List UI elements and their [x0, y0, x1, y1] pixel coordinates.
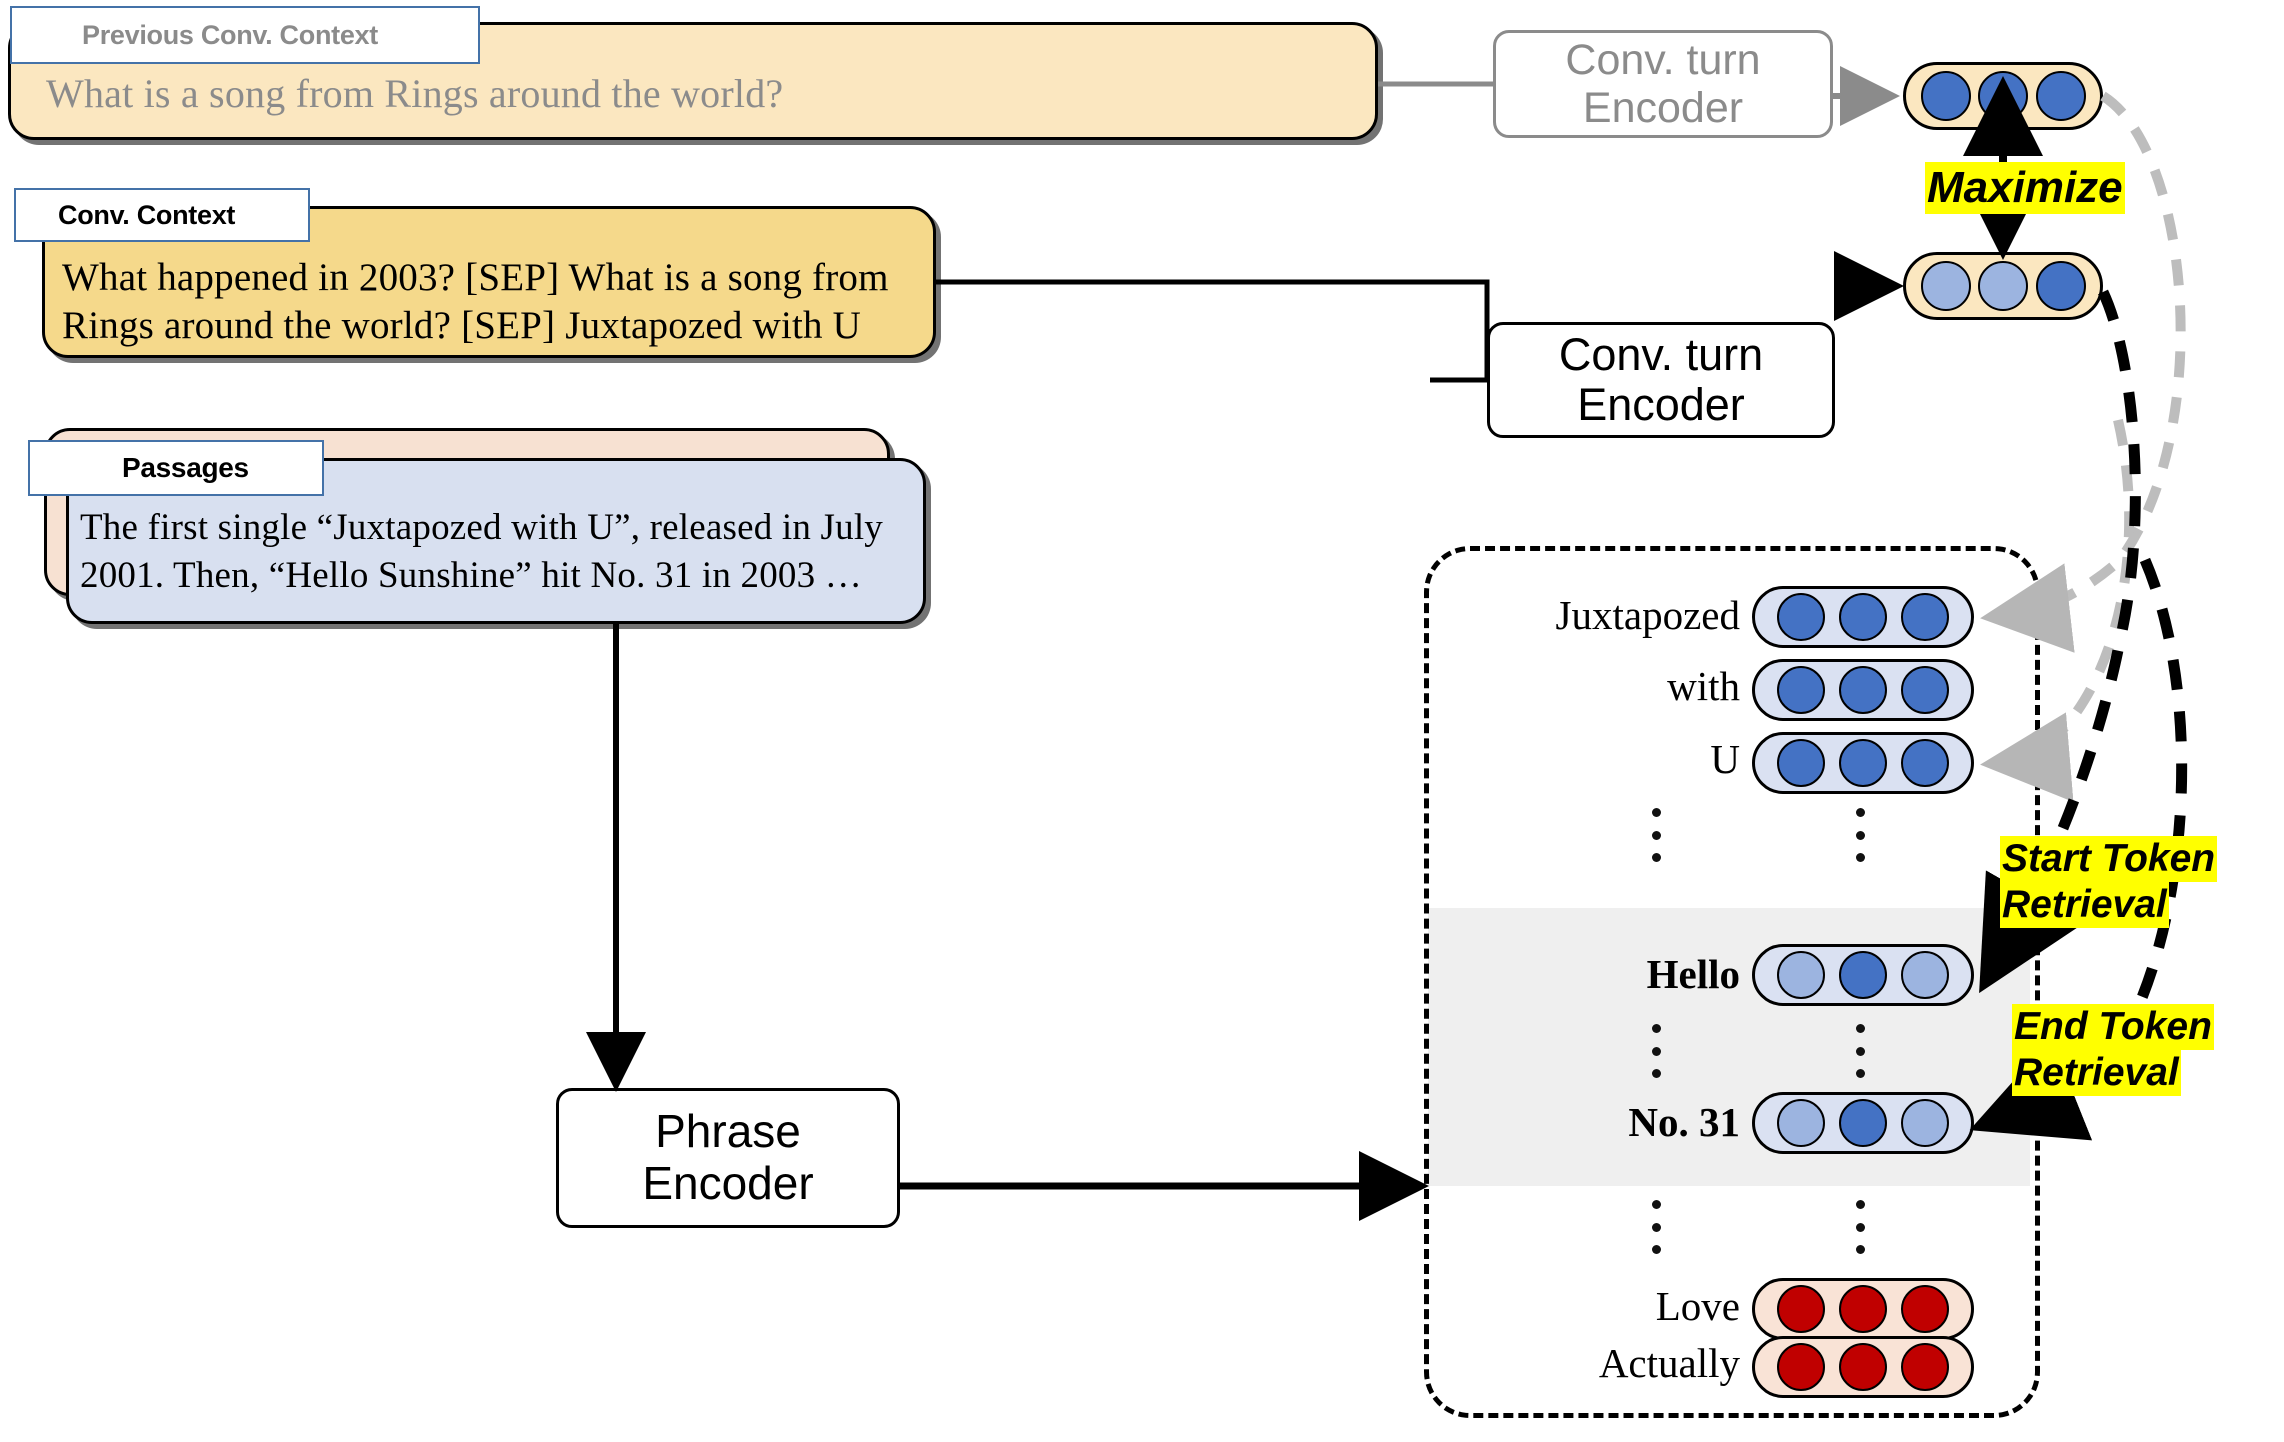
- vector-dot: [1901, 1343, 1949, 1391]
- conv-turn-encoder-bottom[interactable]: Conv. turn Encoder: [1487, 322, 1835, 438]
- ellipsis-vector-column: [1856, 808, 1865, 862]
- vector-dot: [1839, 1099, 1887, 1147]
- start-token-retrieval-line1: Start Token: [2000, 836, 2218, 883]
- ellipsis-label-column: [1652, 808, 1661, 862]
- end-token-retrieval-line1: End Token: [2012, 1004, 2214, 1051]
- vector-dot: [1901, 593, 1949, 641]
- phrase-row-label: Actually: [1598, 1340, 1740, 1386]
- vector-dot: [1901, 666, 1949, 714]
- end-token-retrieval-label: End Token Retrieval: [2012, 1004, 2214, 1097]
- phrase-row-label: Hello: [1646, 951, 1740, 997]
- previous-conv-context-tag: Previous Conv. Context: [10, 6, 480, 64]
- vector-dot: [1920, 71, 1971, 121]
- conv-turn-encoder-bottom-line1: Conv. turn: [1558, 328, 1764, 380]
- previous-turn-vector: [1903, 62, 2103, 130]
- conv-turn-encoder-bottom-line2: Encoder: [1577, 379, 1745, 430]
- vector-dot: [1901, 1285, 1949, 1333]
- vector-dot: [1777, 951, 1825, 999]
- phrase-row-label: U: [1710, 736, 1740, 782]
- phrase-row-label: No. 31: [1628, 1099, 1740, 1145]
- vector-dot: [1777, 666, 1825, 714]
- vector-dot: [1777, 1343, 1825, 1391]
- vector-dot: [1920, 261, 1971, 311]
- start-token-retrieval-label: Start Token Retrieval: [2000, 836, 2218, 929]
- ellipsis-vector-column: [1856, 1024, 1865, 1078]
- vector-dot: [1839, 1285, 1887, 1333]
- conv-context-tag: Conv. Context: [14, 188, 310, 242]
- conv-turn-encoder-top-line1: Conv. turn: [1565, 35, 1761, 84]
- phrase-row-label: Juxtapozed: [1555, 592, 1740, 638]
- vector-dot: [1978, 71, 2028, 121]
- phrase-row-vector: [1752, 659, 1974, 721]
- phrase-row-vector: [1752, 1092, 1974, 1154]
- conv-context-tag-label: Conv. Context: [58, 199, 236, 230]
- vector-dot: [1839, 593, 1887, 641]
- phrase-encoder[interactable]: Phrase Encoder: [556, 1088, 900, 1228]
- vector-dot: [1777, 739, 1825, 787]
- phrase-row-vector: [1752, 586, 1974, 648]
- ellipsis-vector-column: [1856, 1200, 1865, 1254]
- maximize-label-text: Maximize: [1925, 162, 2125, 214]
- vector-dot: [1777, 1285, 1825, 1333]
- phrase-row-vector: [1752, 944, 1974, 1006]
- vector-dot: [1839, 666, 1887, 714]
- vector-dot: [1777, 593, 1825, 641]
- vector-dot: [1839, 951, 1887, 999]
- passages-tag-label: Passages: [122, 452, 249, 483]
- connector-conv-context-to-encoder: [936, 279, 1490, 380]
- start-token-retrieval-line2: Retrieval: [2000, 882, 2169, 929]
- vector-dot: [1901, 739, 1949, 787]
- vector-dot: [2035, 71, 2086, 121]
- vector-dot: [1839, 739, 1887, 787]
- conv-turn-encoder-top-line2: Encoder: [1582, 84, 1744, 132]
- vector-dot: [1978, 261, 2028, 311]
- phrase-encoder-line1: Phrase: [655, 1105, 801, 1158]
- phrase-row-vector: [1752, 732, 1974, 794]
- conv-context-text-line1: What happened in 2003? [SEP] What is a s…: [62, 256, 889, 299]
- passages-tag: Passages: [28, 440, 324, 496]
- phrase-row-vector: [1752, 1336, 1974, 1398]
- ellipsis-label-column: [1652, 1200, 1661, 1254]
- end-token-retrieval-line2: Retrieval: [2012, 1050, 2181, 1097]
- previous-conv-context-tag-label: Previous Conv. Context: [82, 19, 378, 50]
- passages-text-line2: 2001. Then, “Hello Sunshine” hit No. 31 …: [80, 555, 862, 596]
- vector-dot: [2035, 261, 2086, 311]
- vector-dot: [1777, 1099, 1825, 1147]
- conv-turn-encoder-top[interactable]: Conv. turn Encoder: [1493, 30, 1833, 138]
- previous-conv-context-text: What is a song from Rings around the wor…: [46, 71, 784, 116]
- phrase-row-vector: [1752, 1278, 1974, 1340]
- passages-text-line1: The first single “Juxtapozed with U”, re…: [80, 507, 883, 548]
- conv-context-text-line2: Rings around the world? [SEP] Juxtapozed…: [62, 304, 862, 347]
- current-turn-vector: [1903, 252, 2103, 320]
- vector-dot: [1901, 1099, 1949, 1147]
- vector-dot: [1839, 1343, 1887, 1391]
- phrase-row-label: with: [1667, 663, 1740, 709]
- maximize-label: Maximize: [1925, 162, 2125, 214]
- vector-dot: [1901, 951, 1949, 999]
- phrase-row-label: Love: [1655, 1283, 1740, 1329]
- phrase-encoder-line2: Encoder: [642, 1157, 814, 1209]
- ellipsis-label-column: [1652, 1024, 1661, 1078]
